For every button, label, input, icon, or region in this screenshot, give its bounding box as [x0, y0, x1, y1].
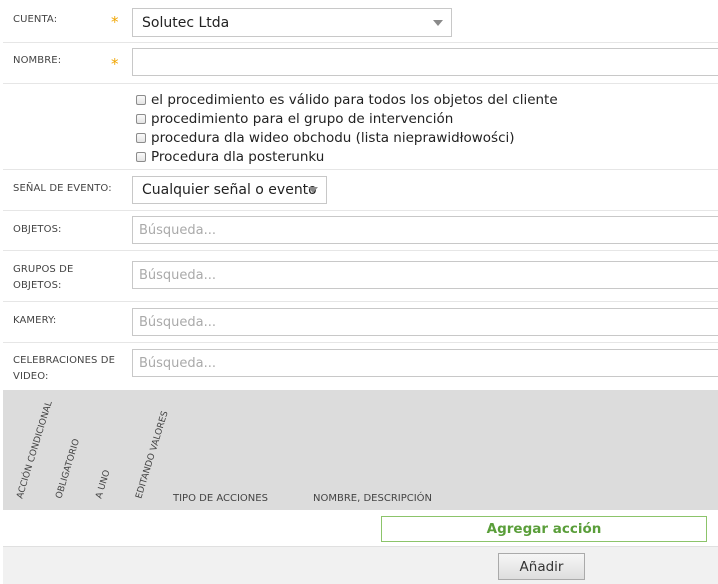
- col-header-conditional: Acción condicional: [15, 399, 55, 500]
- col-header-name-description: Nombre, descripción: [313, 493, 433, 504]
- col-header-a-uno: A uno: [94, 468, 113, 500]
- procedure-form: Cuenta: * Solutec Ltda Nombre: * el proc…: [3, 3, 718, 392]
- celebraciones-label-line1: Celebraciones de: [13, 355, 116, 366]
- row-grupos: Grupos de objetos:: [3, 251, 718, 302]
- cuenta-select[interactable]: Solutec Ltda: [132, 8, 452, 37]
- grupos-label-line2: objetos:: [13, 280, 62, 291]
- objetos-search-input[interactable]: [132, 216, 718, 244]
- checkbox-label: procedimiento para el grupo de intervenc…: [151, 111, 454, 127]
- celebraciones-label-line2: video:: [13, 371, 49, 382]
- row-cuenta: Cuenta: * Solutec Ltda: [3, 3, 718, 43]
- checkbox-label: el procedimiento es válido para todos lo…: [151, 92, 558, 108]
- checkbox-icon[interactable]: [136, 95, 146, 105]
- row-celebraciones: Celebraciones de video:: [3, 343, 718, 392]
- row-nombre: Nombre: *: [3, 43, 718, 84]
- grupos-search-input[interactable]: [132, 261, 718, 289]
- senal-label: Señal de evento:: [13, 183, 112, 194]
- checkbox-post[interactable]: Procedura dla posterunku: [136, 149, 324, 165]
- celebraciones-search-input[interactable]: [132, 349, 718, 377]
- add-button[interactable]: Añadir: [498, 553, 585, 580]
- form-footer: Añadir: [3, 546, 718, 584]
- nombre-input[interactable]: [132, 48, 718, 76]
- row-objetos: Objetos:: [3, 211, 718, 251]
- actions-table-header: Acción condicional Obligatorio A uno Edi…: [3, 390, 718, 510]
- checkbox-icon[interactable]: [136, 152, 146, 162]
- required-star-icon: *: [111, 55, 119, 73]
- row-checkboxes: el procedimiento es válido para todos lo…: [3, 84, 718, 170]
- grupos-label: Grupos de objetos:: [13, 262, 73, 294]
- senal-select-value: Cualquier señal o evento: [142, 182, 317, 198]
- nombre-label: Nombre:: [13, 55, 62, 66]
- col-header-editing-values: Editando valores: [134, 410, 171, 500]
- senal-select[interactable]: Cualquier señal o evento: [132, 176, 327, 204]
- col-header-mandatory: Obligatorio: [54, 437, 83, 500]
- row-senal: Señal de evento: Cualquier señal o event…: [3, 170, 718, 211]
- col-header-action-type: Tipo de acciones: [173, 493, 268, 504]
- checkbox-all-objects[interactable]: el procedimiento es válido para todos lo…: [136, 92, 558, 108]
- kamery-search-input[interactable]: [132, 308, 718, 336]
- checkbox-label: Procedura dla posterunku: [151, 149, 325, 165]
- chevron-down-icon: [433, 19, 443, 26]
- kamery-label: Kamery:: [13, 315, 57, 326]
- checkbox-intervention-group[interactable]: procedimiento para el grupo de intervenc…: [136, 111, 453, 127]
- celebraciones-label: Celebraciones de video:: [13, 353, 115, 385]
- checkbox-icon[interactable]: [136, 133, 146, 143]
- objetos-label: Objetos:: [13, 224, 62, 235]
- chevron-down-icon: [308, 187, 318, 193]
- grupos-label-line1: Grupos de: [13, 264, 74, 275]
- add-action-button[interactable]: Agregar acción: [381, 516, 707, 542]
- cuenta-label: Cuenta:: [13, 14, 58, 25]
- checkbox-video-patrol[interactable]: procedura dla wideo obchodu (lista niepr…: [136, 130, 515, 146]
- cuenta-select-value: Solutec Ltda: [142, 14, 230, 31]
- required-star-icon: *: [111, 13, 119, 31]
- checkbox-label: procedura dla wideo obchodu (lista niepr…: [151, 130, 515, 146]
- checkbox-icon[interactable]: [136, 114, 146, 124]
- row-kamery: Kamery:: [3, 302, 718, 343]
